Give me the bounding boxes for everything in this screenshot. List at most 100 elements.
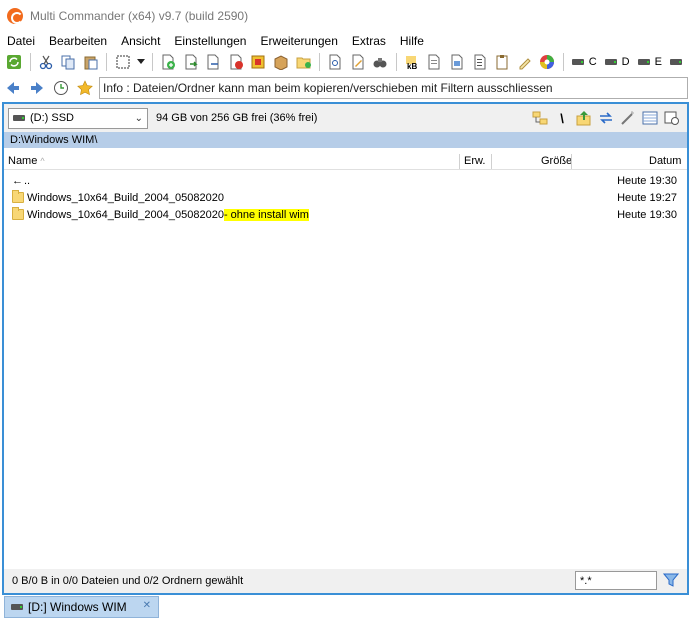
view-file-button[interactable] <box>324 51 347 73</box>
archive-button[interactable] <box>247 51 270 73</box>
folder-tree-icon <box>532 111 548 125</box>
clock-icon <box>54 81 68 95</box>
star-icon <box>77 80 93 96</box>
drive-d-button[interactable]: D <box>601 51 634 73</box>
notepad-icon <box>496 55 508 70</box>
pen-icon <box>519 58 531 70</box>
select-dropdown-button[interactable] <box>134 51 148 73</box>
thumbnail-view-button[interactable] <box>661 108 683 128</box>
new-folder-button[interactable] <box>292 51 315 73</box>
menu-erweiterungen[interactable]: Erweiterungen <box>253 34 344 48</box>
folder-up-icon <box>576 111 591 126</box>
path-bar[interactable]: D:\Windows WIM\ <box>4 132 687 148</box>
window-title: Multi Commander (x64) v9.7 (build 2590) <box>30 9 249 23</box>
new-file-button[interactable] <box>157 51 180 73</box>
row-date: Heute 19:27 <box>617 191 677 204</box>
filter-input[interactable]: *.* <box>575 571 657 590</box>
box-icon <box>274 55 288 70</box>
table-row[interactable]: Windows_10x64_Build_2004_05082020 - ohne… <box>4 206 687 223</box>
details-view-button[interactable] <box>639 108 661 128</box>
menu-einstellungen[interactable]: Einstellungen <box>167 34 253 48</box>
tools-button[interactable] <box>617 108 639 128</box>
rename-button[interactable] <box>514 51 537 73</box>
parent-dir-row[interactable]: ← .. Heute 19:30 <box>4 172 687 189</box>
sync-button[interactable] <box>595 108 617 128</box>
menu-bearbeiten[interactable]: Bearbeiten <box>42 34 114 48</box>
compare-button[interactable] <box>423 51 446 73</box>
notes-button[interactable] <box>491 51 514 73</box>
find-button[interactable] <box>369 51 392 73</box>
copy-file-button[interactable] <box>179 51 202 73</box>
file-move-icon <box>207 54 219 70</box>
file-panel: (D:) SSD ⌄ 94 GB von 256 GB frei (36% fr… <box>2 102 689 595</box>
copy-button[interactable] <box>57 51 80 73</box>
tab-windows-wim[interactable]: [D:] Windows WIM ✕ <box>4 596 159 618</box>
arrow-right-icon <box>31 82 43 94</box>
size-button[interactable]: kB <box>401 51 424 73</box>
navigation-bar: Info : Dateien/Ordner kann man beim kopi… <box>0 76 691 100</box>
column-size[interactable]: Größe <box>541 152 572 170</box>
toolbar-separator <box>106 53 108 71</box>
main-toolbar: kB C D E <box>0 50 691 74</box>
column-date[interactable]: Datum <box>649 152 681 170</box>
select-button[interactable] <box>111 51 134 73</box>
drive-c-button[interactable]: C <box>568 51 601 73</box>
drive-d-label: D <box>621 56 630 68</box>
favorites-button[interactable] <box>74 77 96 99</box>
cut-button[interactable] <box>35 51 58 73</box>
history-button[interactable] <box>50 77 72 99</box>
chevron-down-icon: ⌄ <box>134 112 143 124</box>
info-field[interactable]: Info : Dateien/Ordner kann man beim kopi… <box>99 77 688 99</box>
view-file-icon <box>329 54 341 70</box>
menu-datei[interactable]: Datei <box>0 34 42 48</box>
close-icon[interactable]: ✕ <box>143 600 151 611</box>
file-copy-icon <box>185 54 198 70</box>
drive-icon <box>13 115 25 121</box>
free-space-text: 94 GB von 256 GB frei (36% frei) <box>156 112 318 124</box>
column-divider[interactable] <box>459 154 460 169</box>
toolbar-separator <box>562 53 564 71</box>
folder-icon <box>12 190 24 203</box>
menu-extras[interactable]: Extras <box>345 34 393 48</box>
column-divider[interactable] <box>491 154 492 169</box>
drive-selector[interactable]: (D:) SSD ⌄ <box>8 107 148 129</box>
drive-icon <box>571 59 584 65</box>
back-button[interactable] <box>2 77 24 99</box>
svg-text:kB: kB <box>407 62 417 70</box>
column-ext[interactable]: Erw. <box>464 152 485 170</box>
parent-folder-button[interactable] <box>573 108 595 128</box>
menu-hilfe[interactable]: Hilfe <box>393 34 431 48</box>
new-file-icon <box>162 54 175 70</box>
list-button[interactable] <box>468 51 491 73</box>
status-text: 0 B/0 B in 0/0 Dateien und 0/2 Ordnern g… <box>12 575 244 587</box>
delete-file-button[interactable] <box>224 51 247 73</box>
toolbar-separator <box>29 53 31 71</box>
highlighted-suffix: - ohne install wim <box>223 208 309 221</box>
column-divider[interactable] <box>571 154 572 169</box>
tree-button[interactable] <box>529 108 551 128</box>
forward-button[interactable] <box>26 77 48 99</box>
drive-icon <box>11 604 23 610</box>
pack-button[interactable] <box>270 51 293 73</box>
row-name: Windows_10x64_Build_2004_05082020 - ohne… <box>12 207 309 221</box>
new-folder-icon <box>296 57 311 69</box>
drive-e-button[interactable]: E <box>634 51 666 73</box>
column-name[interactable]: Name ^ <box>8 152 45 170</box>
drive-c-label: C <box>588 56 597 68</box>
menu-ansicht[interactable]: Ansicht <box>114 34 167 48</box>
selection-icon <box>116 55 130 69</box>
move-file-button[interactable] <box>202 51 225 73</box>
properties-button[interactable] <box>446 51 469 73</box>
sort-up-icon: ^ <box>40 156 45 166</box>
title-bar: Multi Commander (x64) v9.7 (build 2590) <box>0 0 691 32</box>
root-button[interactable]: \ <box>551 108 573 128</box>
table-row[interactable]: Windows_10x64_Build_2004_05082020 Heute … <box>4 189 687 206</box>
funnel-icon[interactable] <box>663 572 679 588</box>
edit-file-button[interactable] <box>346 51 369 73</box>
refresh-button[interactable] <box>3 51 26 73</box>
drive-more-button[interactable] <box>666 51 691 73</box>
paste-button[interactable] <box>80 51 103 73</box>
arrow-back-icon: ← <box>12 174 23 187</box>
color-button[interactable] <box>536 51 559 73</box>
tab-label: [D:] Windows WIM <box>28 600 127 614</box>
